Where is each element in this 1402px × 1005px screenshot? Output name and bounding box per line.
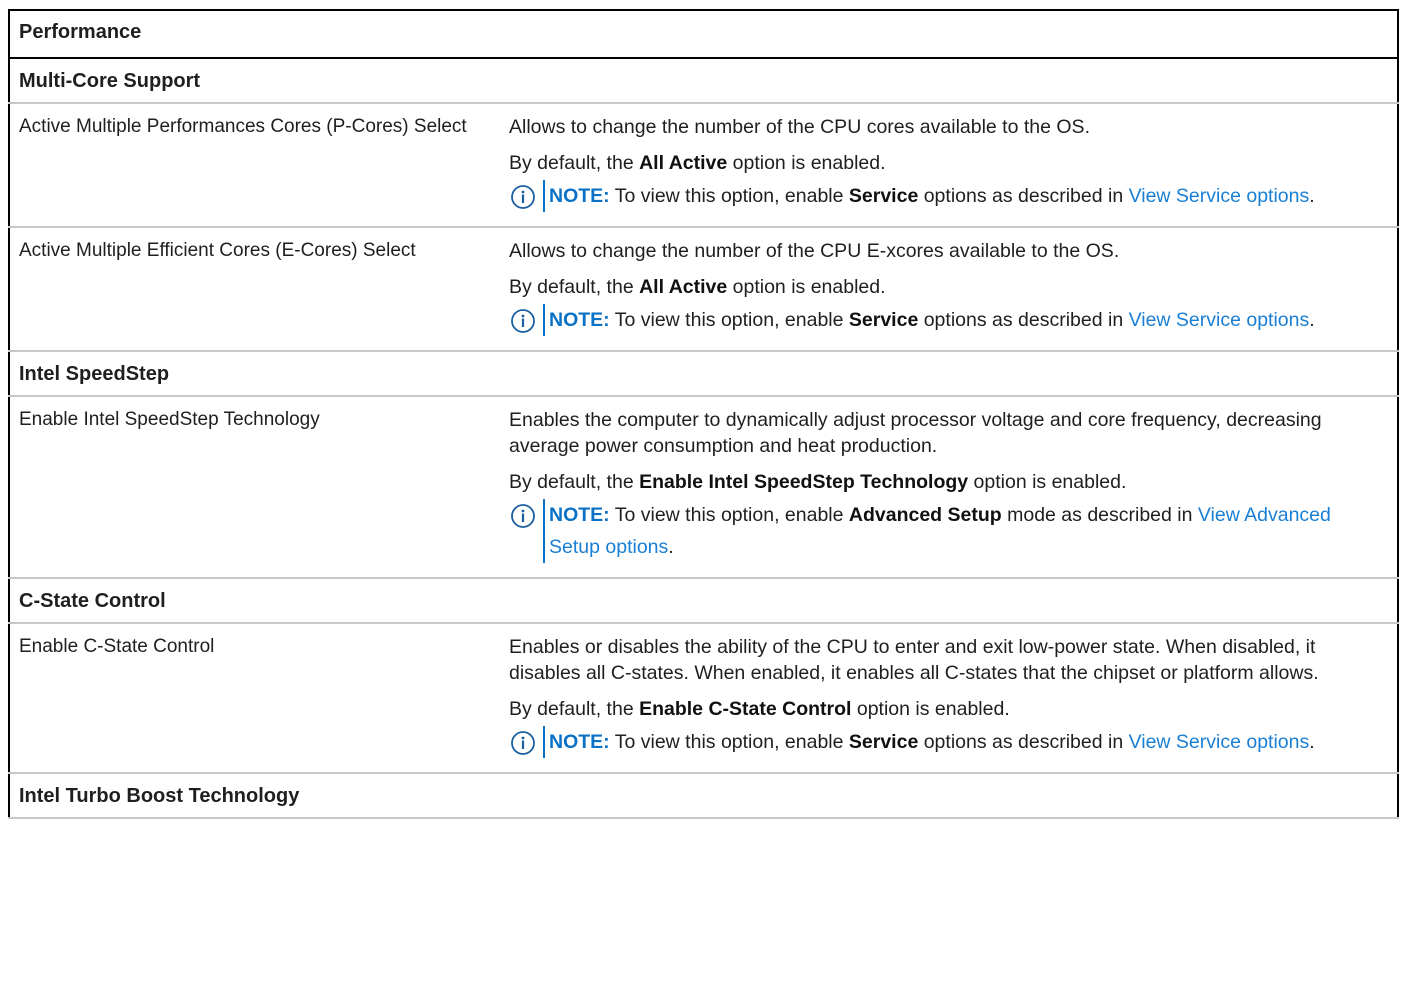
- option-description-cell: Enables the computer to dynamically adju…: [499, 396, 1398, 579]
- default-suffix: option is enabled.: [968, 471, 1127, 493]
- section-heading: Multi-Core Support: [9, 58, 1398, 104]
- note-text: NOTE: To view this option, enable Servic…: [543, 180, 1315, 212]
- performance-table: Performance Multi-Core Support Active Mul…: [8, 9, 1399, 819]
- option-description: Allows to change the number of the CPU E…: [509, 240, 1120, 262]
- section-heading-row: Intel Turbo Boost Technology: [9, 773, 1398, 819]
- note-prefix: To view this option, enable: [609, 309, 849, 331]
- section-heading: Intel SpeedStep: [9, 351, 1398, 397]
- note-text: NOTE: To view this option, enable Servic…: [543, 726, 1315, 758]
- table-row: Active Multiple Efficient Cores (E-Cores…: [9, 227, 1398, 352]
- note-block: NOTE: To view this option, enable Servic…: [509, 304, 1387, 336]
- table-row: Active Multiple Performances Cores (P-Co…: [9, 103, 1398, 228]
- note-prefix: To view this option, enable: [609, 731, 849, 753]
- table-title: Performance: [9, 10, 1398, 59]
- note-middle: options as described in: [918, 731, 1129, 753]
- option-name: Enable C-State Control: [9, 623, 499, 774]
- note-prefix: To view this option, enable: [609, 185, 849, 207]
- option-description-cell: Allows to change the number of the CPU E…: [499, 227, 1398, 352]
- default-suffix: option is enabled.: [727, 276, 886, 298]
- default-prefix: By default, the: [509, 698, 640, 720]
- note-label: NOTE:: [549, 731, 610, 753]
- table-title-row: Performance: [9, 10, 1398, 59]
- note-block: NOTE: To view this option, enable Servic…: [509, 180, 1387, 212]
- note-block: NOTE: To view this option, enable Advanc…: [509, 499, 1387, 563]
- note-emphasis: Service: [848, 309, 919, 331]
- section-heading: C-State Control: [9, 578, 1398, 624]
- info-icon: [509, 729, 537, 757]
- section-heading-row: Intel SpeedStep: [9, 351, 1398, 397]
- option-description-cell: Allows to change the number of the CPU c…: [499, 103, 1398, 228]
- note-text: NOTE: To view this option, enable Advanc…: [543, 499, 1387, 563]
- default-value: Enable C-State Control: [639, 698, 852, 720]
- option-name: Enable Intel SpeedStep Technology: [9, 396, 499, 579]
- default-statement: By default, the Enable Intel SpeedStep T…: [509, 469, 1387, 495]
- note-middle: options as described in: [918, 185, 1129, 207]
- section-heading-row: C-State Control: [9, 578, 1398, 624]
- table-row: Enable C-State Control Enables or disable…: [9, 623, 1398, 774]
- note-suffix: .: [1309, 309, 1315, 331]
- note-emphasis: Advanced Setup: [848, 504, 1002, 526]
- view-options-link[interactable]: View Service options: [1129, 731, 1310, 753]
- view-options-link[interactable]: View Service options: [1129, 185, 1310, 207]
- option-name: Active Multiple Performances Cores (P-Co…: [9, 103, 499, 228]
- default-suffix: option is enabled.: [851, 698, 1010, 720]
- option-description: Enables the computer to dynamically adju…: [509, 409, 1322, 457]
- default-prefix: By default, the: [509, 471, 640, 493]
- info-icon: [509, 183, 537, 211]
- note-block: NOTE: To view this option, enable Servic…: [509, 726, 1387, 758]
- default-suffix: option is enabled.: [727, 152, 886, 174]
- note-emphasis: Service: [848, 731, 919, 753]
- default-value: All Active: [639, 276, 728, 298]
- default-statement: By default, the All Active option is ena…: [509, 150, 1387, 176]
- note-text: NOTE: To view this option, enable Servic…: [543, 304, 1315, 336]
- note-suffix: .: [1309, 185, 1315, 207]
- default-value: All Active: [639, 152, 728, 174]
- note-label: NOTE:: [549, 185, 610, 207]
- note-middle: options as described in: [918, 309, 1129, 331]
- note-suffix: .: [668, 536, 674, 558]
- note-label: NOTE:: [549, 504, 610, 526]
- note-prefix: To view this option, enable: [609, 504, 849, 526]
- default-statement: By default, the All Active option is ena…: [509, 274, 1387, 300]
- view-options-link[interactable]: View Service options: [1129, 309, 1310, 331]
- note-suffix: .: [1309, 731, 1315, 753]
- default-value: Enable Intel SpeedStep Technology: [639, 471, 969, 493]
- default-statement: By default, the Enable C-State Control o…: [509, 696, 1387, 722]
- default-prefix: By default, the: [509, 276, 640, 298]
- note-emphasis: Service: [848, 185, 919, 207]
- option-name: Active Multiple Efficient Cores (E-Cores…: [9, 227, 499, 352]
- info-icon: [509, 307, 537, 335]
- option-description: Enables or disables the ability of the C…: [509, 636, 1319, 684]
- default-prefix: By default, the: [509, 152, 640, 174]
- section-heading-row: Multi-Core Support: [9, 58, 1398, 104]
- table-row: Enable Intel SpeedStep Technology Enables…: [9, 396, 1398, 579]
- section-heading: Intel Turbo Boost Technology: [9, 773, 1398, 819]
- option-description: Allows to change the number of the CPU c…: [509, 116, 1090, 138]
- info-icon: [509, 502, 537, 530]
- note-middle: mode as described in: [1001, 504, 1198, 526]
- option-description-cell: Enables or disables the ability of the C…: [499, 623, 1398, 774]
- note-label: NOTE:: [549, 309, 610, 331]
